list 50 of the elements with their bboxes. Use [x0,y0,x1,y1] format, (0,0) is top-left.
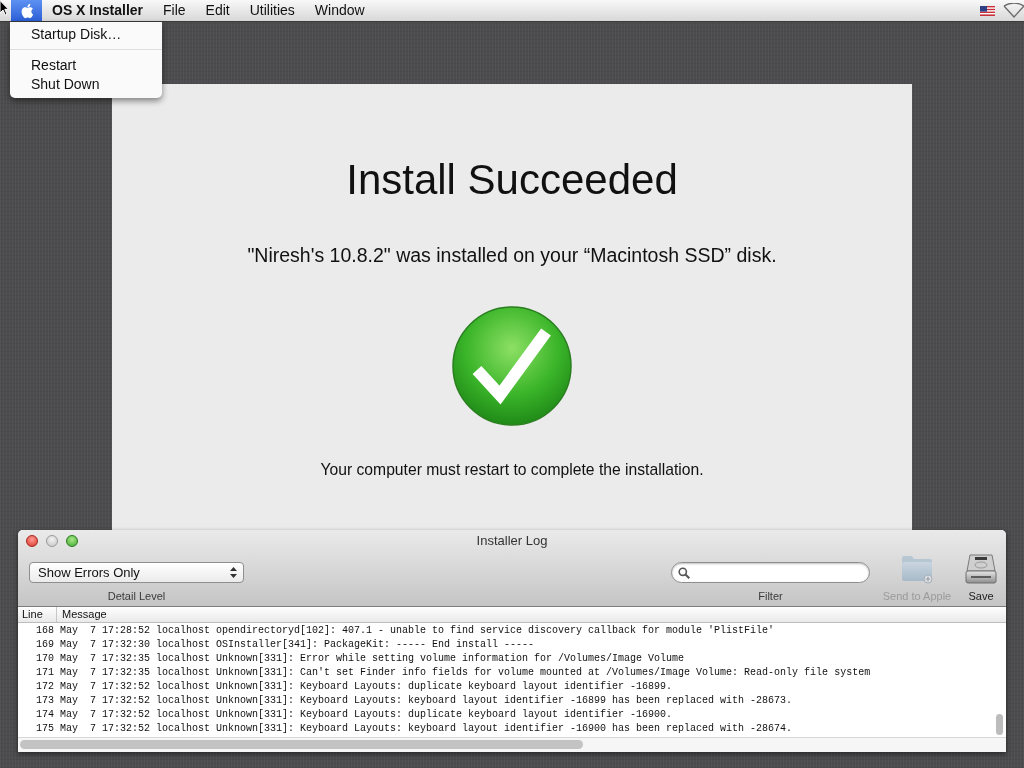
menu-bar-item[interactable]: Utilities [239,0,305,21]
up-down-arrows-icon [230,567,237,578]
field-label: Detail Level [107,590,166,603]
wifi-icon[interactable] [1003,3,1024,18]
folder-icon [901,554,933,584]
search-icon [678,566,690,579]
window-title: Installer Log [476,532,548,551]
zoom-button[interactable] [66,535,78,547]
checkmark-icon [452,306,572,426]
column-header[interactable]: Message [57,607,107,622]
horizontal-scrollbar[interactable] [18,737,1006,752]
line-number-cell-text: 173 [35,694,55,708]
log-message-cell-text: May 7 17:32:35 localhost Unknown[331]: Can't set Finder info fields for volume mounted at /Volumes/Image Volume: Read-only file system [59,666,871,680]
log-message-cell-text: May 7 17:32:52 localhost Unknown[331]: Keyboard Layouts: duplicate keyboard layout identifier -16899. [59,680,673,694]
menu-item[interactable]: Startup Disk… [10,25,162,44]
mouse-pointer-icon [0,0,9,16]
close-button[interactable] [26,535,38,547]
log-message-cell-text: May 7 17:32:52 localhost Unknown[331]: Keyboard Layouts: keyboard layout identifier -16899 has been replaced with -28673. [59,694,793,708]
restart-note: Your computer must restart to complete the installation. [319,461,705,479]
menu-bar-item[interactable]: Edit [195,0,240,21]
log-message-cell-text: May 7 17:32:52 localhost Unknown[331]: Keyboard Layouts: keyboard layout identifier -16900 has been replaced with -28674. [59,722,793,736]
column-header[interactable]: Line [18,607,57,622]
line-number-cell-text: 174 [35,708,55,722]
apple-icon [19,2,34,19]
menu-item[interactable]: Shut Down [10,75,162,94]
menu-bar-item[interactable]: Window [304,0,375,21]
install-message: "Niresh's 10.8.2" was installed on your “Macintosh SSD” disk. [246,244,778,267]
filter-search-field[interactable] [671,562,870,583]
log-message-cell-text: May 7 17:32:52 localhost Unknown[331]: Keyboard Layouts: duplicate keyboard layout identifier -16900. [59,708,673,722]
line-number-cell-text: 171 [35,666,55,680]
menu-bar-item[interactable]: OS X Installer [42,0,154,21]
field-label: Filter [758,590,783,603]
menu-item[interactable]: Restart [10,56,162,75]
line-number-cell-text: 175 [35,722,55,736]
detail-level-select[interactable]: Show Errors Only [29,562,244,583]
scroll-thumb[interactable] [996,714,1003,735]
line-number-cell-text: 172 [35,680,55,694]
log-message-cell-text: May 7 17:32:30 localhost OSInstaller[341]: PackageKit: ----- End install ----- [59,638,535,652]
log-message-cell-text: May 7 17:28:52 localhost opendirectoryd[102]: 407.1 - unable to find service discovery callback for module 'PlistFile' [59,624,775,638]
flag-icon[interactable] [980,5,995,16]
menu-bar-item[interactable]: File [153,0,196,21]
apple-menu-button[interactable] [11,0,42,21]
line-number-cell-text: 170 [35,652,55,666]
hard-drive-icon [965,554,997,584]
log-message-cell-text: May 7 17:32:35 localhost Unknown[331]: Error while setting volume information for /Volumes/Image Volume [59,652,685,666]
scroll-thumb[interactable] [20,740,583,749]
line-number-cell-text: 169 [35,638,55,652]
line-number-cell-text: 168 [35,624,55,638]
save-button[interactable]: Save [960,554,1002,603]
status-heading: Install Succeeded [345,155,679,205]
